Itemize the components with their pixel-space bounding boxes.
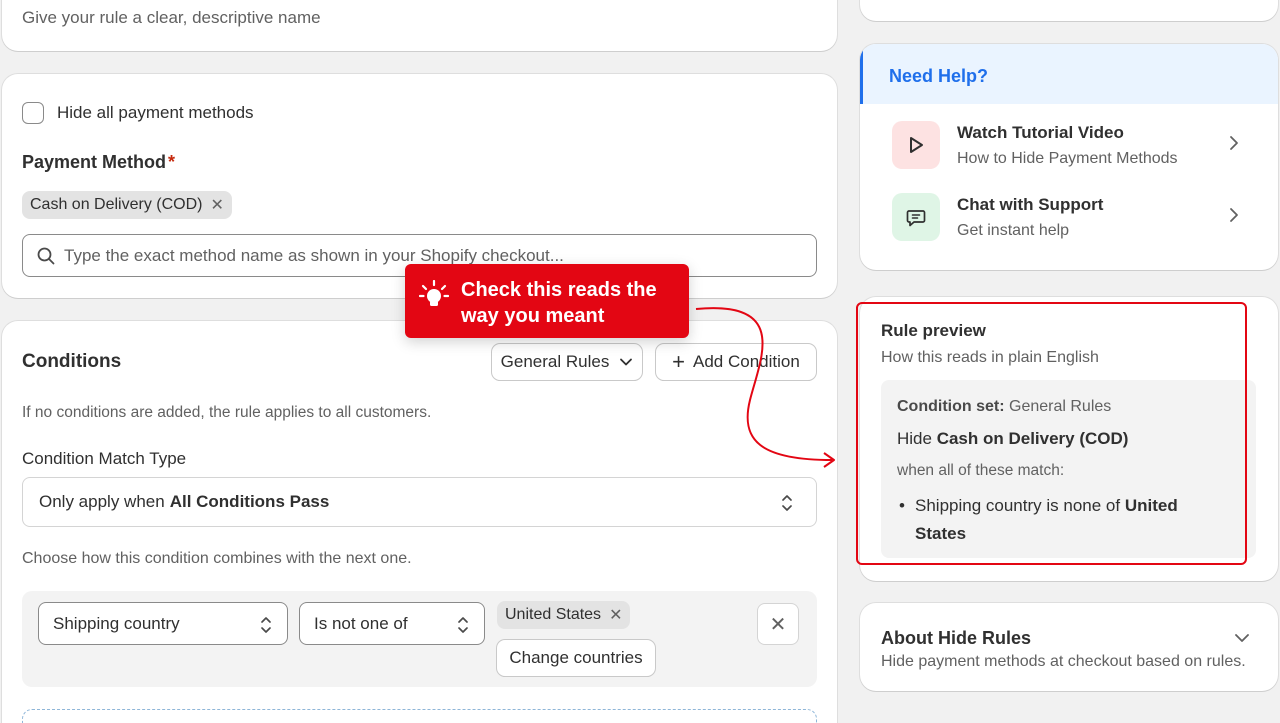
top-right-card	[860, 0, 1278, 21]
condition-operator-value: Is not one of	[314, 613, 408, 633]
help-card: Need Help? Watch Tutorial Video How to H…	[860, 44, 1278, 270]
match-type-label: Condition Match Type	[22, 449, 187, 468]
hide-all-label: Hide all payment methods	[57, 103, 254, 122]
rule-name-hint: Give your rule a clear, descriptive name	[22, 8, 321, 27]
search-icon	[37, 247, 55, 264]
chat-support-item[interactable]: Chat with Support Get instant help	[892, 193, 1252, 243]
plus-icon: +	[672, 349, 686, 374]
chevron-down-icon[interactable]	[1234, 631, 1250, 645]
play-icon	[910, 137, 923, 153]
selected-method-label: Cash on Delivery (COD)	[30, 196, 203, 213]
conditions-card: Conditions General Rules + Add Condition…	[2, 321, 837, 723]
condition-field-select[interactable]: Shipping country	[38, 602, 288, 645]
conditions-title: Conditions	[22, 351, 122, 372]
about-subtitle: Hide payment methods at checkout based o…	[881, 653, 1246, 670]
rule-name-card: Give your rule a clear, descriptive name	[2, 0, 837, 51]
watch-tutorial-title: Watch Tutorial Video	[957, 123, 1124, 142]
match-type-select[interactable]: Only apply when All Conditions Pass	[22, 477, 817, 527]
callout-text: Check this reads the way you meant	[461, 279, 657, 327]
condition-row: Shipping country Is not one of United St…	[22, 591, 817, 687]
required-mark: *	[168, 152, 176, 172]
chevron-down-icon	[620, 358, 633, 366]
select-arrows-icon	[458, 617, 468, 633]
watch-tutorial-subtitle: How to Hide Payment Methods	[957, 150, 1178, 167]
general-rules-dropdown[interactable]: General Rules	[492, 344, 642, 380]
chat-icon	[906, 210, 926, 227]
change-countries-button[interactable]: Change countries	[497, 640, 655, 676]
payment-method-title: Payment Method *	[22, 152, 175, 173]
select-arrows-icon	[261, 617, 271, 633]
close-icon: ✕	[769, 613, 787, 636]
country-tag-label: United States	[505, 606, 602, 623]
match-type-value: All Conditions Pass	[169, 492, 330, 511]
play-icon-tile	[892, 121, 940, 169]
hide-all-checkbox[interactable]	[22, 102, 44, 124]
country-tag: United States ✕	[497, 601, 631, 629]
selected-method-tag: Cash on Delivery (COD) ✕	[22, 191, 232, 219]
add-condition-button[interactable]: + Add Condition	[656, 344, 816, 380]
condition-field-value: Shipping country	[53, 613, 180, 633]
add-condition-label: Add Condition	[693, 352, 800, 371]
about-title: About Hide Rules	[881, 628, 1032, 648]
lightbulb-icon	[419, 280, 449, 306]
watch-tutorial-item[interactable]: Watch Tutorial Video How to Hide Payment…	[892, 121, 1252, 171]
remove-tag-icon[interactable]: ✕	[210, 195, 223, 215]
match-type-prefix: Only apply when	[39, 492, 165, 511]
conditions-description: If no conditions are added, the rule app…	[22, 404, 432, 421]
remove-condition-button[interactable]: ✕	[757, 603, 799, 645]
chat-icon-tile	[892, 193, 940, 241]
general-rules-label: General Rules	[500, 352, 610, 371]
help-title: Need Help?	[889, 66, 989, 86]
combine-hint: Choose how this condition combines with …	[22, 550, 412, 567]
remove-country-icon[interactable]: ✕	[609, 605, 622, 625]
help-header: Need Help?	[860, 44, 1278, 104]
hide-all-row[interactable]: Hide all payment methods	[22, 102, 254, 124]
about-card[interactable]: About Hide Rules Hide payment methods at…	[860, 603, 1278, 691]
add-condition-dropzone[interactable]	[22, 709, 817, 723]
chevron-right-icon	[1230, 208, 1238, 222]
chat-support-title: Chat with Support	[957, 195, 1104, 214]
condition-operator-select[interactable]: Is not one of	[299, 602, 485, 645]
chevron-right-icon	[1230, 136, 1238, 150]
select-arrows-icon	[782, 495, 792, 511]
method-search-input[interactable]	[64, 245, 784, 266]
tip-callout: Check this reads the way you meant	[405, 264, 689, 338]
change-countries-label: Change countries	[509, 648, 643, 667]
payment-method-title-text: Payment Method	[22, 152, 167, 172]
preview-highlight-box	[856, 302, 1247, 565]
chat-support-subtitle: Get instant help	[957, 222, 1070, 239]
